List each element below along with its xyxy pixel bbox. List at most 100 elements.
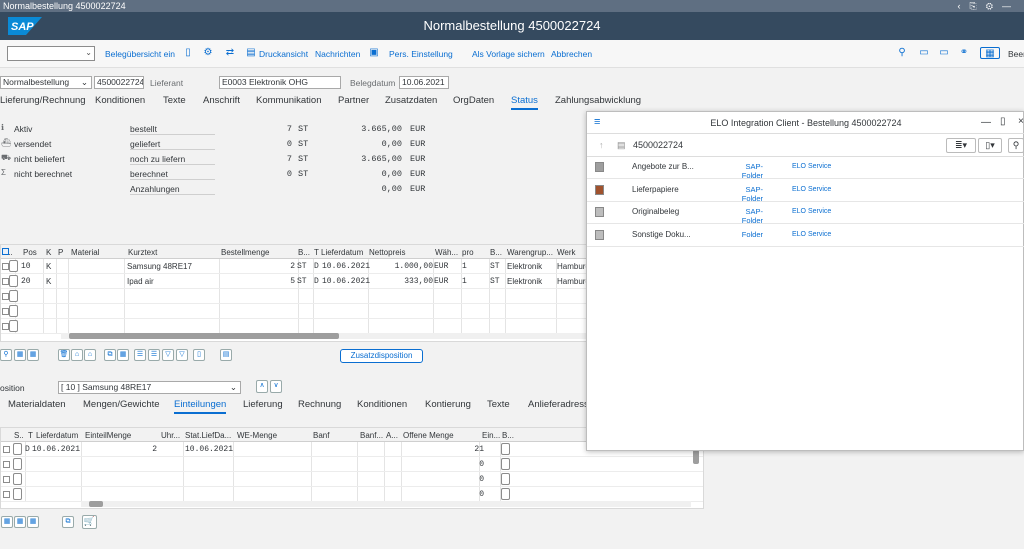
sort-ascending-icon[interactable]: ☰ [134, 349, 146, 361]
tab-account-assignment[interactable]: Kontierung [425, 399, 471, 410]
tab-item-texts[interactable]: Texte [487, 399, 510, 410]
toolbar-print-preview-button[interactable]: Druckansicht [259, 49, 308, 59]
column-header[interactable]: T [28, 431, 33, 440]
display-icon[interactable]: ▦ [980, 47, 1000, 59]
minimize-icon[interactable]: — [981, 117, 991, 128]
toolbar-save-template-button[interactable]: Als Vorlage sichern [472, 49, 545, 59]
row-select-checkbox[interactable] [2, 308, 9, 315]
tab-status[interactable]: Status [511, 95, 538, 110]
column-header[interactable]: B... [502, 431, 514, 440]
column-header[interactable]: Kurztext [128, 248, 157, 257]
table-row[interactable]: 0 [1, 457, 703, 472]
settings-icon[interactable]: ⚙ [202, 47, 214, 59]
elo-document-name[interactable]: Lieferpapiere [632, 185, 679, 194]
tab-org-data[interactable]: OrgDaten [453, 95, 494, 106]
window-icon[interactable]: ▭ [918, 47, 930, 59]
new-document-icon[interactable]: ▯▾ [978, 138, 1002, 153]
table-row[interactable]: 10 K Samsung 48RE17 2 ST D 10.06.2021 1.000,00 E… [1, 259, 590, 274]
column-header[interactable]: A... [386, 431, 398, 440]
funnel-settings-icon[interactable]: ▽ [176, 349, 188, 361]
row-select-checkbox[interactable] [3, 446, 10, 453]
tab-material-data[interactable]: Materialdaten [8, 399, 66, 410]
elo-service-link[interactable]: ELO Service [792, 231, 831, 238]
column-header[interactable]: Lieferdatum [36, 431, 78, 440]
status-cell[interactable] [13, 488, 22, 500]
list-view-icon[interactable]: ≣▾ [946, 138, 976, 153]
tab-additional-data[interactable]: Zusatzdaten [385, 95, 437, 106]
arrow-up-icon[interactable]: ↑ [599, 140, 604, 150]
column-header[interactable]: Werk [557, 248, 576, 257]
status-cell[interactable] [13, 473, 22, 485]
elo-document-name[interactable]: Sonstige Doku... [632, 230, 691, 239]
status-cell[interactable] [9, 320, 18, 332]
search-icon[interactable]: ⚲ [896, 47, 908, 59]
vertical-scrollbar-thumb[interactable] [693, 450, 699, 464]
doc-type-select[interactable]: Normalbestellung ⌄ [0, 76, 92, 89]
column-header[interactable]: Lieferdatum [321, 248, 363, 257]
tab-partner[interactable]: Partner [338, 95, 369, 106]
toolbar-more-button[interactable]: Beer [1008, 49, 1024, 59]
column-header[interactable]: pro [462, 248, 474, 257]
schedule-cell-box[interactable] [501, 473, 510, 485]
table-row[interactable] [1, 319, 589, 334]
tab-delivery-invoice[interactable]: Lieferung/Rechnung [0, 95, 86, 106]
elo-document-row[interactable]: Angebote zur B... SAP-Folder ELO Service [587, 157, 1024, 180]
back-icon[interactable]: ‹ [958, 1, 970, 11]
elo-document-row[interactable]: Lieferpapiere SAP-Folder ELO Service [587, 180, 1024, 203]
tab-conditions[interactable]: Konditionen [95, 95, 145, 106]
next-item-button[interactable]: ∨ [270, 380, 282, 393]
column-header[interactable]: P [58, 248, 63, 257]
column-header[interactable]: Banf... [360, 431, 383, 440]
po-number-field[interactable]: 4500022724 [94, 76, 144, 89]
sort-descending-icon[interactable]: ☰ [148, 349, 160, 361]
toolbar-personal-settings-button[interactable]: Pers. Einstellung [389, 49, 453, 59]
print-icon[interactable]: ▤ [245, 47, 257, 59]
export-icon[interactable]: ▯ [193, 349, 205, 361]
status-cell[interactable] [13, 458, 22, 470]
column-header[interactable]: Ein... [482, 431, 500, 440]
zusatzdisposition-button[interactable]: Zusatzdisposition [340, 349, 423, 363]
command-field[interactable]: ⌄ [7, 46, 95, 61]
schedule-sort-icon[interactable]: ▦ [27, 516, 39, 528]
status-cell[interactable] [9, 290, 18, 302]
toolbar-messages-button[interactable]: Nachrichten [315, 49, 360, 59]
toolbar-cancel-button[interactable]: Abbrechen [551, 49, 592, 59]
previous-item-button[interactable]: ∧ [256, 380, 268, 393]
deselect-all-icon[interactable]: ▦ [27, 349, 39, 361]
link-icon[interactable]: ⚭ [958, 47, 970, 59]
search-icon[interactable]: ⚲ [1008, 138, 1024, 153]
schedule-select-all-icon[interactable]: ▦ [1, 516, 13, 528]
layout-icon[interactable]: ▭ [938, 47, 950, 59]
elo-service-link[interactable]: ELO Service [792, 163, 831, 170]
tab-texts[interactable]: Texte [163, 95, 186, 106]
schedule-deselect-icon[interactable]: ▦ [14, 516, 26, 528]
gear-icon[interactable]: ⚙ [986, 1, 1002, 11]
elo-document-row[interactable]: Sonstige Doku... Folder ELO Service [587, 225, 1024, 247]
tab-delivery-address[interactable]: Anlieferadresse [528, 399, 594, 410]
column-header[interactable]: Banf [313, 431, 329, 440]
close-icon[interactable]: × [1018, 116, 1024, 127]
transfer-icon[interactable]: ⇄ [224, 47, 236, 59]
column-header[interactable]: Offene Menge [403, 431, 454, 440]
column-header[interactable]: S.. [14, 431, 24, 440]
table-row[interactable]: 20 K Ipad air 5 ST D 10.06.2021 333,00 EUR 1 ST Ele… [1, 274, 590, 289]
column-header[interactable]: Stat.LiefDa... [185, 431, 231, 440]
scrollbar-thumb[interactable] [89, 501, 103, 507]
tab-schedule-lines[interactable]: Einteilungen [174, 399, 227, 414]
column-header[interactable]: Material [71, 248, 99, 257]
table-row[interactable]: 0 [1, 487, 703, 502]
personal-settings-icon[interactable]: ▣ [368, 47, 380, 59]
row-select-checkbox[interactable] [2, 323, 9, 330]
doc-date-field[interactable]: 10.06.2021 [399, 76, 449, 89]
column-header[interactable]: Nettopreis [369, 248, 405, 257]
column-header[interactable]: Warengrup... [507, 248, 553, 257]
elo-document-row[interactable]: Originalbeleg SAP-Folder ELO Service [587, 202, 1024, 225]
column-header[interactable]: Pos [23, 248, 37, 257]
elo-service-link[interactable]: ELO Service [792, 208, 831, 215]
status-cell[interactable] [9, 260, 18, 272]
page-icon[interactable]: ▯ [182, 47, 194, 59]
horizontal-scrollbar[interactable] [61, 333, 591, 339]
filter-funnel-icon[interactable]: ▽ [162, 349, 174, 361]
column-header[interactable]: K [46, 248, 51, 257]
delete-icon[interactable]: 🗑 [58, 349, 70, 361]
